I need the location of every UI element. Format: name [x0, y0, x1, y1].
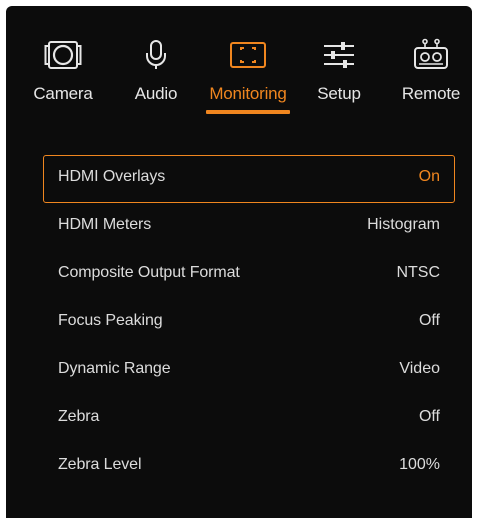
- setting-label: Focus Peaking: [58, 312, 163, 329]
- active-tab-indicator: [206, 110, 290, 114]
- camera-icon: [24, 38, 102, 72]
- tab-camera-label: Camera: [33, 84, 93, 103]
- setting-label: HDMI Meters: [58, 216, 152, 233]
- setting-value: Video: [399, 360, 440, 377]
- tab-monitoring[interactable]: Monitoring: [204, 6, 292, 118]
- monitoring-frame-icon: [204, 38, 292, 72]
- setting-label: HDMI Overlays: [58, 168, 166, 185]
- setting-row-dynamic-range[interactable]: Dynamic Range Video: [43, 347, 455, 395]
- setting-row-hdmi-meters[interactable]: HDMI Meters Histogram: [43, 203, 455, 251]
- microphone-icon: [126, 38, 186, 72]
- tab-setup-label: Setup: [317, 84, 361, 103]
- setting-label: Zebra: [58, 408, 100, 425]
- setting-label: Composite Output Format: [58, 264, 240, 281]
- tab-camera[interactable]: Camera: [24, 6, 102, 118]
- tab-monitoring-label: Monitoring: [209, 84, 287, 103]
- tab-audio-label: Audio: [134, 84, 178, 103]
- setting-value: Histogram: [367, 216, 440, 233]
- setting-row-hdmi-overlays[interactable]: HDMI Overlays On: [43, 155, 455, 203]
- tab-remote-label: Remote: [401, 84, 461, 103]
- settings-list: HDMI Overlays On HDMI Meters Histogram C…: [43, 155, 455, 491]
- sliders-icon: [308, 38, 370, 72]
- setting-row-zebra[interactable]: Zebra Off: [43, 395, 455, 443]
- tab-bar: Camera Audio Monitoring Setup Remote: [6, 6, 472, 118]
- setting-value: NTSC: [396, 264, 440, 281]
- remote-control-icon: [392, 38, 470, 72]
- settings-panel: Camera Audio Monitoring Setup Remote HDM…: [6, 6, 472, 518]
- setting-row-focus-peaking[interactable]: Focus Peaking Off: [43, 299, 455, 347]
- setting-value: Off: [418, 312, 440, 329]
- setting-value: On: [418, 168, 440, 185]
- tab-audio[interactable]: Audio: [126, 6, 186, 118]
- setting-row-composite-output-format[interactable]: Composite Output Format NTSC: [43, 251, 455, 299]
- setting-label: Dynamic Range: [58, 360, 171, 377]
- tab-remote[interactable]: Remote: [392, 6, 470, 118]
- setting-value: Off: [418, 408, 440, 425]
- setting-row-zebra-level[interactable]: Zebra Level 100%: [43, 443, 455, 491]
- tab-setup[interactable]: Setup: [308, 6, 370, 118]
- setting-value: 100%: [399, 456, 440, 473]
- setting-label: Zebra Level: [58, 456, 142, 473]
